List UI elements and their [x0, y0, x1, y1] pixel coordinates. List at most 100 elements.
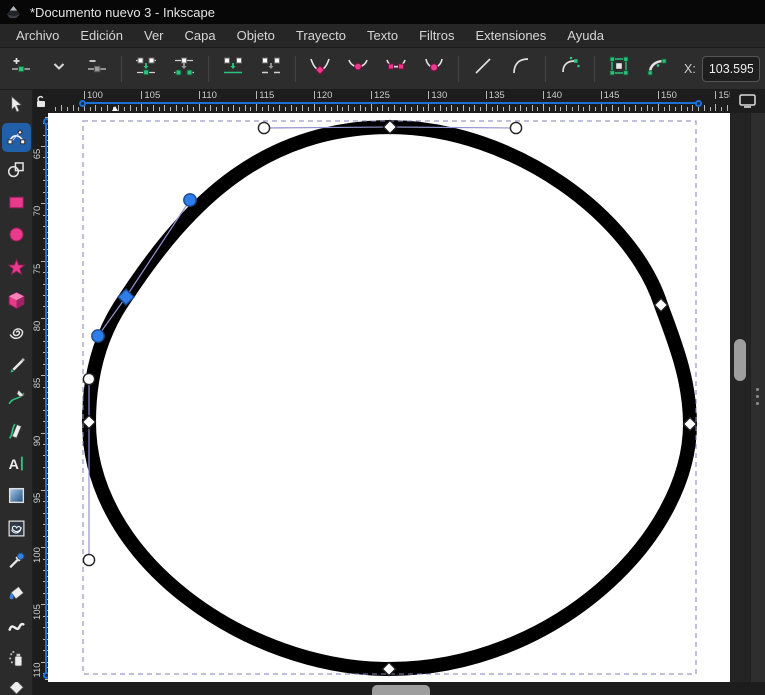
ruler-tick	[371, 104, 372, 111]
ruler-tick	[457, 107, 459, 111]
selected-control-handle-circle[interactable]	[91, 329, 105, 343]
horizontal-ruler[interactable]: 100 105 110 115 120 125 130 135 140 145 150 155	[33, 90, 730, 113]
menu-item-objeto[interactable]: Objeto	[231, 26, 281, 45]
insert-node-button[interactable]	[2, 52, 40, 86]
selection-extent-dot	[695, 99, 702, 107]
menu-item-edicion[interactable]: Edición	[74, 26, 129, 45]
gradient-tool-button[interactable]	[2, 481, 31, 510]
pencil-tool-button[interactable]	[2, 351, 31, 380]
vertical-ruler[interactable]: 65 70 75 80 85 90 95 100 105 110	[33, 113, 48, 682]
mesh-icon	[7, 519, 26, 538]
ruler-tick	[485, 104, 487, 111]
star-icon	[7, 258, 26, 277]
dock-grip-icon[interactable]	[756, 388, 759, 405]
selector-icon	[7, 95, 26, 114]
svg-text:A: A	[9, 456, 19, 472]
ruler-label: 110	[201, 90, 217, 101]
node-auto-button[interactable]	[415, 52, 453, 86]
ruler-tick	[55, 107, 57, 111]
rectangle-tool-button[interactable]	[2, 188, 31, 217]
control-handle-circle[interactable]	[257, 121, 271, 135]
spiral-tool-button[interactable]	[2, 318, 31, 347]
ruler-label: 140	[546, 90, 563, 101]
node-corner-button[interactable]	[301, 52, 339, 86]
inkscape-window: *Documento nuevo 3 - Inkscape Archivo Edi…	[0, 0, 765, 695]
ruler-tick	[307, 107, 309, 111]
text-tool-button[interactable]: A	[2, 449, 31, 478]
ruler-tick	[84, 91, 85, 99]
selected-path[interactable]	[81, 119, 698, 677]
spray-tool-button[interactable]	[2, 644, 31, 673]
dropper-tool-button[interactable]	[2, 546, 31, 575]
join-nodes-button[interactable]	[127, 52, 165, 86]
ruler-lock-button[interactable]	[33, 90, 48, 113]
delete-segment-button[interactable]	[252, 52, 290, 86]
ruler-tick	[462, 105, 464, 111]
canvas[interactable]	[48, 113, 730, 682]
x-coordinate-input[interactable]	[701, 55, 760, 82]
ruler-tick	[606, 107, 608, 111]
join-with-segment-button[interactable]	[214, 52, 252, 86]
ruler-tick	[577, 105, 579, 111]
ruler-tick	[468, 107, 470, 111]
ellipse-tool-button[interactable]	[2, 220, 31, 249]
control-handle-circle[interactable]	[509, 121, 523, 135]
stroke-to-path-button[interactable]	[638, 52, 676, 86]
ruler-label: 105	[33, 604, 43, 621]
eraser-tool-button[interactable]	[2, 677, 31, 695]
menu-item-filtros[interactable]: Filtros	[413, 26, 460, 45]
eraser-icon	[7, 681, 26, 695]
ruler-tick	[256, 91, 258, 99]
control-handle-circle[interactable]	[82, 372, 96, 386]
pen-tool-button[interactable]	[2, 383, 31, 412]
ruler-tick	[399, 107, 401, 111]
menu-item-ayuda[interactable]: Ayuda	[561, 26, 610, 45]
menu-item-capa[interactable]: Capa	[179, 26, 222, 45]
stroke-to-path-icon	[646, 55, 668, 82]
box3d-tool-button[interactable]	[2, 286, 31, 315]
object-to-path-button[interactable]	[600, 52, 638, 86]
vertical-scrollbar[interactable]	[730, 113, 750, 682]
star-tool-button[interactable]	[2, 253, 31, 282]
paint-bucket-tool-button[interactable]	[2, 579, 31, 608]
selected-control-handle-circle[interactable]	[183, 193, 197, 207]
ruler-tick	[491, 107, 493, 111]
ruler-tick	[267, 105, 269, 111]
ruler-label: 115	[259, 90, 275, 101]
tweak-tool-button[interactable]	[2, 612, 31, 641]
title-bar[interactable]: *Documento nuevo 3 - Inkscape	[0, 0, 765, 24]
mesh-gradient-tool-button[interactable]	[2, 514, 31, 543]
control-handle-circle[interactable]	[82, 553, 96, 567]
toolbar-separator	[121, 55, 122, 82]
add-corners-lpe-button[interactable]	[551, 52, 589, 86]
segment-curve-button[interactable]	[502, 52, 540, 86]
horizontal-scrollbar-thumb[interactable]	[372, 685, 430, 695]
ruler-label: 105	[144, 90, 161, 101]
shape-builder-tool-button[interactable]	[2, 155, 31, 184]
horizontal-scrollbar[interactable]	[33, 682, 765, 695]
ruler-tick	[365, 107, 367, 111]
dock-splitter[interactable]	[750, 113, 765, 682]
break-nodes-button[interactable]	[165, 52, 203, 86]
menu-item-archivo[interactable]: Archivo	[10, 26, 65, 45]
node-editor-tool-button[interactable]	[2, 122, 31, 152]
ruler-tick	[388, 107, 390, 111]
menu-item-trayecto[interactable]: Trayecto	[290, 26, 352, 45]
node-symmetric-button[interactable]	[377, 52, 415, 86]
ruler-tick	[623, 105, 625, 111]
vertical-scrollbar-thumb[interactable]	[734, 339, 746, 381]
segment-line-button[interactable]	[464, 52, 502, 86]
insert-node-options-dropdown[interactable]	[40, 52, 78, 86]
ruler-tick	[273, 107, 275, 111]
calligraphy-tool-button[interactable]	[2, 416, 31, 445]
node-smooth-button[interactable]	[339, 52, 377, 86]
display-mode-button[interactable]	[730, 90, 765, 113]
menu-item-texto[interactable]: Texto	[361, 26, 404, 45]
ruler-tick	[451, 105, 453, 111]
text-icon: A	[7, 454, 26, 473]
menu-item-extensiones[interactable]: Extensiones	[469, 26, 552, 45]
selector-tool-button[interactable]	[2, 90, 31, 119]
delete-node-button[interactable]	[78, 52, 116, 86]
ruler-label: 90	[33, 435, 43, 446]
menu-item-ver[interactable]: Ver	[138, 26, 170, 45]
